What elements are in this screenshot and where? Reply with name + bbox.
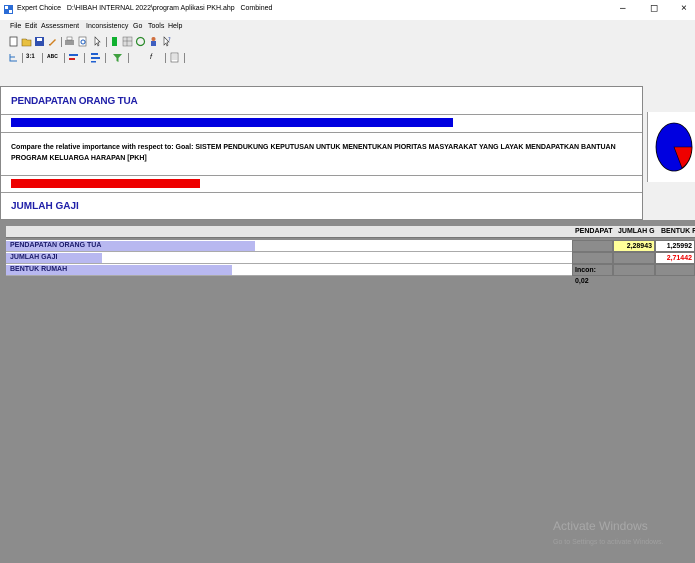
matrix-cell-r1c2[interactable]: 2,28943 — [613, 240, 655, 252]
edit-pencil-icon[interactable] — [47, 36, 58, 47]
bars-icon[interactable] — [90, 52, 101, 63]
comparison-matrix-area: PENDAPAT JUMLAH G BENTUK R PENDAPATAN OR… — [0, 220, 695, 563]
save-icon[interactable] — [34, 36, 45, 47]
column-header-pendapatan[interactable]: PENDAPAT — [575, 226, 617, 237]
menu-go[interactable]: Go — [133, 23, 142, 30]
sync-icon[interactable] — [135, 36, 146, 47]
alternative-title: JUMLAH GAJI — [11, 201, 79, 212]
row-label: PENDAPATAN ORANG TUA — [10, 242, 102, 249]
matrix-cell-diagonal — [655, 264, 695, 276]
activate-windows-hint: Go to Settings to activate Windows. — [553, 539, 664, 546]
matrix-header-row: PENDAPAT JUMLAH G BENTUK R — [6, 226, 695, 238]
pie-chart-box — [647, 112, 695, 182]
person-icon[interactable] — [148, 36, 159, 47]
menu-file[interactable]: File — [10, 23, 21, 30]
filter-icon[interactable] — [112, 52, 123, 63]
expert-choice-app-icon — [4, 5, 13, 14]
row-label: JUMLAH GAJI — [10, 254, 58, 261]
matrix-row[interactable]: BENTUK RUMAH — [6, 264, 572, 276]
new-file-icon[interactable] — [8, 36, 19, 47]
menu-edit[interactable]: Edit — [25, 23, 37, 30]
column-header-jumlah-gaji[interactable]: JUMLAH G — [618, 226, 660, 237]
activate-windows-watermark: Activate Windows — [553, 519, 648, 533]
node-priority-bar — [11, 118, 453, 127]
open-folder-icon[interactable] — [21, 36, 32, 47]
main-toolbar: ? — [0, 34, 695, 50]
pie-header-gap — [643, 86, 695, 112]
close-button[interactable]: × — [681, 3, 687, 14]
matrix-cell-empty — [613, 264, 655, 276]
node-title: PENDAPATAN ORANG TUA — [11, 96, 138, 107]
inconsistency-ratio: Incon: 0,02 — [572, 264, 613, 285]
pointer-icon[interactable] — [92, 36, 103, 47]
mode-toolbar: 3:1 ABC f — [0, 50, 695, 66]
verbal-mode-button[interactable]: ABC — [47, 52, 61, 63]
help-pointer-icon[interactable]: ? — [161, 36, 172, 47]
print-preview-icon[interactable] — [77, 36, 88, 47]
matrix-cell-r1c3[interactable]: 1,25992 — [655, 240, 695, 252]
matrix-cell-empty — [572, 252, 613, 264]
column-header-bentuk-rumah[interactable]: BENTUK R — [661, 226, 695, 237]
menu-tools[interactable]: Tools — [148, 23, 164, 30]
row-label: BENTUK RUMAH — [10, 266, 68, 273]
minimize-button[interactable]: – — [620, 3, 626, 14]
matrix-cell-r2c3[interactable]: 2,71442 — [655, 252, 695, 264]
grid-icon[interactable] — [122, 36, 133, 47]
matrix-row[interactable]: JUMLAH GAJI — [6, 252, 572, 264]
document-icon[interactable] — [169, 52, 180, 63]
graphic-mode-icon[interactable] — [68, 52, 79, 63]
numerical-mode-button[interactable]: 3:1 — [26, 52, 40, 63]
menu-assessment[interactable]: Assessment — [41, 23, 79, 30]
maximize-button[interactable]: ◻ — [650, 3, 658, 14]
tree-view-icon[interactable] — [8, 52, 19, 63]
window-title: Expert Choice D:\HIBAH INTERNAL 2022\pro… — [17, 5, 273, 12]
alternative-priority-bar — [11, 179, 200, 188]
title-bar: Expert Choice D:\HIBAH INTERNAL 2022\pro… — [0, 0, 695, 20]
menu-inconsistency[interactable]: Inconsistency — [86, 23, 128, 30]
matrix-row[interactable]: PENDAPATAN ORANG TUA — [6, 240, 572, 252]
green-bar-icon[interactable] — [109, 36, 120, 47]
print-icon[interactable] — [64, 36, 75, 47]
svg-text:?: ? — [168, 37, 171, 43]
menu-bar: File Edit Assessment Inconsistency Go To… — [0, 20, 695, 34]
formula-icon[interactable]: f — [150, 52, 161, 63]
compare-instruction: Compare the relative importance with res… — [11, 144, 616, 162]
matrix-cell-diagonal — [572, 240, 613, 252]
comparison-panel: PENDAPATAN ORANG TUA Compare the relativ… — [0, 86, 643, 220]
menu-help[interactable]: Help — [168, 23, 182, 30]
priority-pie-chart — [655, 122, 693, 172]
matrix-cell-diagonal — [613, 252, 655, 264]
